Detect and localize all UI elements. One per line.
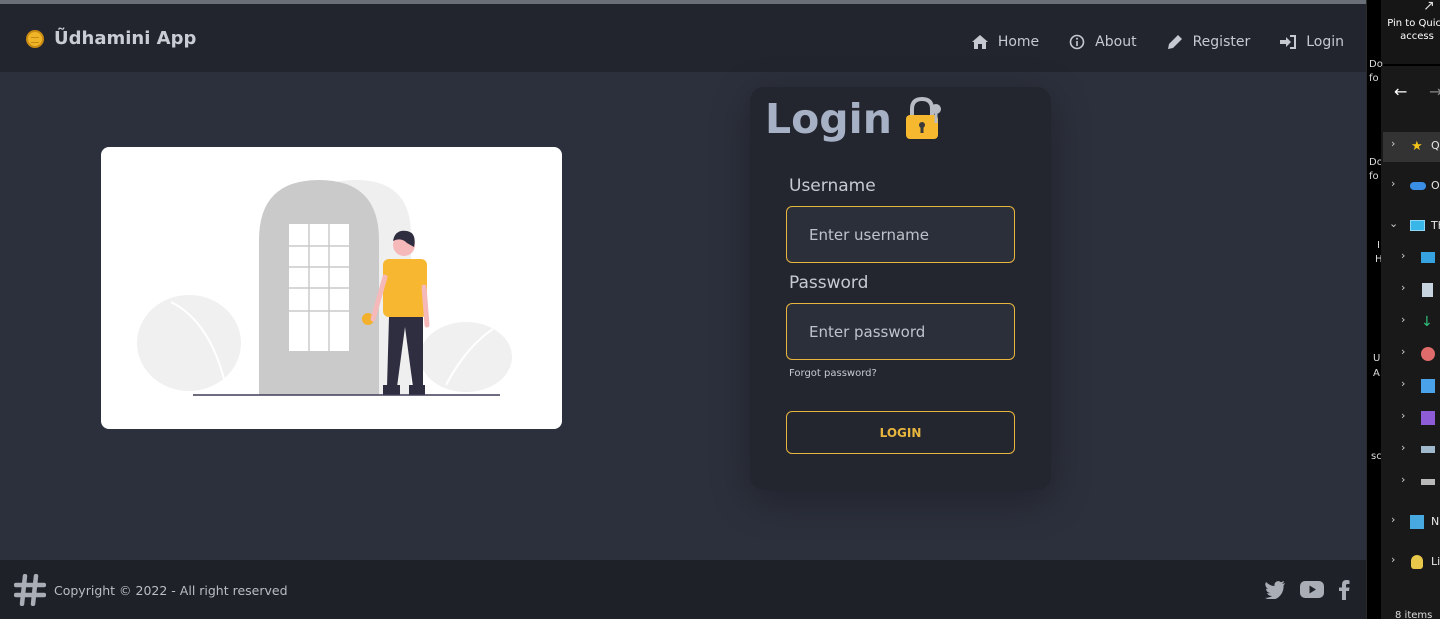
chevron-right-icon: ›	[1401, 409, 1406, 422]
pin-quick-access-button[interactable]: ↗ Pin to Quick access	[1381, 0, 1440, 64]
tree-item[interactable]: › ★ Q	[1367, 137, 1440, 157]
drive-icon	[1421, 479, 1435, 485]
tree-item[interactable]: › O	[1367, 177, 1440, 197]
main-nav: Home About Register Login	[942, 34, 1344, 50]
linux-icon	[1411, 555, 1423, 569]
cloud-icon	[1410, 182, 1426, 190]
monitor-icon	[1410, 220, 1425, 231]
tree-item[interactable]: ⌄ Th	[1367, 217, 1440, 237]
sign-in-icon	[1280, 35, 1297, 49]
tree-item[interactable]: ›	[1367, 377, 1440, 397]
truncated-text: fo	[1369, 73, 1379, 84]
door-illustration	[137, 180, 512, 396]
pictures-icon	[1421, 379, 1435, 393]
forward-arrow-icon[interactable]: →	[1429, 82, 1440, 101]
password-input[interactable]	[786, 303, 1015, 360]
pin-quick-access-label: Pin to Quick access	[1387, 18, 1440, 42]
login-heading: Login	[765, 95, 944, 143]
tree-item-label: Th	[1431, 219, 1440, 232]
youtube-icon	[1300, 581, 1324, 598]
tree-item[interactable]: ›	[1367, 441, 1440, 461]
username-input[interactable]	[786, 206, 1015, 263]
home-icon	[971, 35, 988, 49]
brand-link[interactable]: Ũdhamini App	[26, 28, 196, 49]
chevron-right-icon: ›	[1401, 281, 1406, 294]
browser-viewport: Ũdhamini App Home About Register Login L…	[0, 0, 1366, 619]
footer: Copyright © 2022 - All right reserved	[0, 560, 1366, 619]
chevron-right-icon: ›	[1391, 553, 1396, 566]
forgot-password-link[interactable]: Forgot password?	[789, 368, 877, 379]
twitter-link[interactable]	[1264, 580, 1286, 599]
tree-item[interactable]: ›	[1367, 249, 1440, 269]
nav-login[interactable]: Login	[1280, 34, 1344, 50]
chevron-down-icon: ⌄	[1389, 217, 1399, 230]
nav-about[interactable]: About	[1069, 34, 1137, 50]
chevron-right-icon: ›	[1401, 345, 1406, 358]
network-icon	[1410, 515, 1424, 529]
brand-name: Ũdhamini App	[54, 28, 197, 49]
coin-icon	[26, 29, 44, 48]
login-button[interactable]: LOGIN	[786, 411, 1015, 454]
chevron-right-icon: ›	[1401, 313, 1406, 326]
youtube-link[interactable]	[1300, 581, 1324, 598]
chevron-right-icon: ›	[1391, 137, 1396, 150]
chevron-right-icon: ›	[1391, 513, 1396, 526]
videos-icon	[1421, 411, 1435, 425]
music-icon	[1421, 347, 1435, 361]
nav-about-label: About	[1095, 34, 1137, 50]
twitter-icon	[1265, 580, 1285, 599]
nav-register-label: Register	[1192, 34, 1251, 50]
pin-icon: ↗	[1423, 0, 1435, 14]
chevron-right-icon: ›	[1401, 473, 1406, 486]
tree-item[interactable]: ›	[1367, 345, 1440, 365]
login-title: Login	[765, 95, 892, 143]
info-icon	[1069, 34, 1085, 50]
tree-item[interactable]: ›	[1367, 473, 1440, 493]
tree-item[interactable]: ›	[1367, 281, 1440, 301]
main-content: Login Username Password Forgot password?…	[0, 72, 1366, 560]
pencil-icon	[1167, 35, 1182, 49]
facebook-link[interactable]	[1338, 579, 1350, 600]
tree-item-label: Li	[1431, 555, 1440, 568]
documents-icon	[1422, 283, 1433, 297]
username-label: Username	[789, 176, 876, 196]
chevron-right-icon: ›	[1401, 249, 1406, 262]
chevron-right-icon: ›	[1391, 177, 1396, 190]
tree-item[interactable]: › Li	[1367, 553, 1440, 573]
file-explorer-panel: ↗ Pin to Quick access Do fo Do fo I H U …	[1366, 0, 1440, 619]
facebook-icon	[1339, 580, 1350, 600]
illustration-card	[101, 147, 562, 429]
tree-item[interactable]: › ↓	[1367, 313, 1440, 333]
status-bar-text: 8 items	[1395, 610, 1433, 619]
star-icon: ★	[1411, 139, 1423, 154]
chevron-right-icon: ›	[1401, 377, 1406, 390]
desktop-folder-icon	[1421, 252, 1435, 263]
hashtag-logo-icon	[14, 574, 46, 606]
nav-home[interactable]: Home	[971, 34, 1040, 50]
nav-register[interactable]: Register	[1167, 34, 1251, 50]
nav-login-label: Login	[1306, 34, 1344, 50]
tree-item-label: O	[1431, 179, 1440, 192]
navbar: Ũdhamini App Home About Register Login	[0, 4, 1366, 72]
login-card: Login Username Password Forgot password?…	[750, 87, 1051, 490]
tree-item-label: N	[1431, 515, 1440, 528]
password-label: Password	[789, 273, 869, 293]
chevron-right-icon: ›	[1401, 441, 1406, 454]
social-links	[1250, 579, 1350, 600]
tree-item[interactable]: › N	[1367, 513, 1440, 533]
tree-item[interactable]: ›	[1367, 409, 1440, 429]
drive-icon	[1421, 446, 1435, 453]
lock-icon	[905, 97, 941, 139]
nav-home-label: Home	[997, 34, 1040, 50]
back-arrow-icon[interactable]: ←	[1394, 82, 1407, 101]
downloads-icon: ↓	[1421, 314, 1433, 330]
tree-item-label: Q	[1431, 139, 1440, 152]
copyright-text: Copyright © 2022 - All right reserved	[54, 583, 288, 598]
